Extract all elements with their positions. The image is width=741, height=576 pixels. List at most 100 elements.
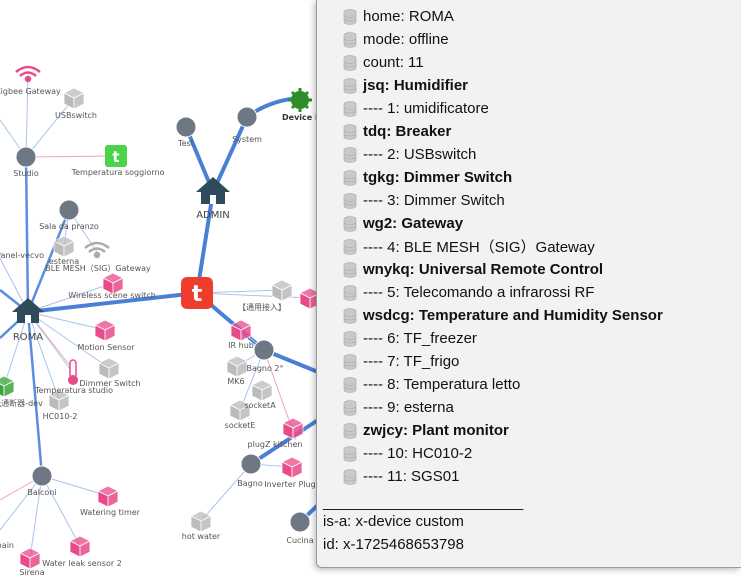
category-row: tgkg: Dimmer Switch <box>323 166 741 189</box>
device-row: ---- 10: HC010-2 <box>323 442 741 465</box>
house-icon-admin <box>196 177 230 204</box>
row-text: count: 11 <box>363 54 424 71</box>
tuya-logo-icon: t <box>181 277 213 309</box>
wifi-icon-zigbee <box>15 65 41 83</box>
database-icon <box>343 353 357 370</box>
device-row: count: 11 <box>323 51 741 74</box>
row-text: wnykq: Universal Remote Control <box>363 261 604 278</box>
tuya-green-icon: t <box>105 145 127 167</box>
database-icon <box>343 123 357 140</box>
row-text: ---- 7: TF_frigo <box>363 353 460 370</box>
device-cube-icon <box>251 379 273 402</box>
svg-text:main: main <box>0 541 14 550</box>
row-text: zwjcy: Plant monitor <box>363 422 509 439</box>
database-icon <box>343 284 357 301</box>
device-cube-icon <box>282 417 304 440</box>
device-list: home: ROMA mode: offline count: 11 jsq: Hum… <box>323 5 741 488</box>
device-row: home: ROMA <box>323 5 741 28</box>
device-cube-icon <box>97 485 119 508</box>
category-row: wg2: Gateway <box>323 212 741 235</box>
thermometer-icon <box>68 359 78 385</box>
roma-label: ROMA <box>13 332 43 343</box>
row-text: tgkg: Dimmer Switch <box>363 169 513 186</box>
row-text: ---- 9: esterna <box>363 399 454 416</box>
hub-balconi <box>31 465 53 487</box>
svg-text:System: System <box>232 135 262 144</box>
svg-text:MK6: MK6 <box>227 377 244 386</box>
database-icon <box>343 445 357 462</box>
device-cube-icon <box>94 319 116 342</box>
device-row: mode: offline <box>323 28 741 51</box>
hub-bagno <box>240 453 262 475</box>
device-row: ---- 6: TF_freezer <box>323 327 741 350</box>
database-icon <box>343 192 357 209</box>
hub-studio <box>15 146 37 168</box>
svg-text:hot water: hot water <box>182 532 221 541</box>
hub-bagno-2 <box>253 339 275 361</box>
svg-text:【通用接入】: 【通用接入】 <box>238 302 286 312</box>
svg-text:Temperatura studio: Temperatura studio <box>34 386 113 395</box>
row-text: ---- 3: Dimmer Switch <box>363 192 505 209</box>
row-text: jsq: Humidifier <box>363 77 469 94</box>
svg-text:Test: Test <box>177 139 194 148</box>
database-icon <box>343 215 357 232</box>
device-cube-icon <box>271 279 293 302</box>
device-cube-icon <box>63 87 85 110</box>
svg-text:Motion Sensor: Motion Sensor <box>77 343 135 352</box>
database-icon <box>343 77 357 94</box>
database-icon <box>343 169 357 186</box>
device-cube-icon <box>190 510 212 533</box>
row-text: mode: offline <box>363 31 449 48</box>
svg-text:Bagno 2°: Bagno 2° <box>246 364 283 373</box>
svg-text:socketE: socketE <box>225 421 256 430</box>
svg-text:HC010-2: HC010-2 <box>43 412 78 421</box>
device-row: ---- 4: BLE MESH（SIG）Gateway <box>323 235 741 258</box>
svg-text:Bagno: Bagno <box>237 479 263 488</box>
database-icon <box>343 100 357 117</box>
hub-system <box>236 106 258 128</box>
row-text: ---- 1: umidificatore <box>363 100 489 117</box>
edge-roma-studio <box>24 156 30 313</box>
svg-text:t: t <box>192 282 203 307</box>
device-row: ---- 1: umidificatore <box>323 97 741 120</box>
svg-text:Cucina: Cucina <box>286 536 313 545</box>
database-icon <box>343 307 357 324</box>
category-row: jsq: Humidifier <box>323 74 741 97</box>
svg-text:USBswitch: USBswitch <box>55 111 97 120</box>
row-text: tdq: Breaker <box>363 123 452 140</box>
device-info-panel: home: ROMA mode: offline count: 11 jsq: Hum… <box>316 0 741 568</box>
device-cube-icon <box>230 319 252 342</box>
admin-label: ADMIN <box>196 210 230 221</box>
database-icon <box>343 54 357 71</box>
svg-text:Sirena: Sirena <box>19 568 44 576</box>
device-row: ---- 9: esterna <box>323 396 741 419</box>
row-text: ---- 11: SGS01 <box>363 468 460 485</box>
wifi-icon-ble <box>84 241 110 259</box>
database-icon <box>343 31 357 48</box>
category-row: wsdcg: Temperature and Humidity Sensor <box>323 304 741 327</box>
category-row: zwjcy: Plant monitor <box>323 419 741 442</box>
device-cube-icon <box>0 375 15 398</box>
id-line: id: x-1725468653798 <box>323 536 464 553</box>
database-icon <box>343 468 357 485</box>
svg-text:plugZ kitchen: plugZ kitchen <box>248 440 303 449</box>
device-cube-icon <box>53 235 75 258</box>
row-text: wsdcg: Temperature and Humidity Sensor <box>363 307 663 324</box>
gear-icon <box>288 88 312 112</box>
svg-text:光通断器-dev: 光通断器-dev <box>0 398 43 408</box>
database-icon <box>343 238 357 255</box>
device-cube-icon <box>281 456 303 479</box>
database-icon <box>343 399 357 416</box>
svg-text:Watering timer: Watering timer <box>80 508 141 517</box>
row-text: ---- 2: USBswitch <box>363 146 477 163</box>
device-cube-icon <box>98 357 120 380</box>
row-text: home: ROMA <box>363 8 454 25</box>
category-row: tdq: Breaker <box>323 120 741 143</box>
svg-text:socketA: socketA <box>244 401 276 410</box>
svg-text:Wireless scene switch: Wireless scene switch <box>68 291 156 300</box>
row-text: ---- 8: Temperatura letto <box>363 376 521 393</box>
database-icon <box>343 261 357 278</box>
hub-cucina <box>289 511 311 533</box>
svg-text:IR hub: IR hub <box>228 341 254 350</box>
device-cube-icon <box>226 355 248 378</box>
